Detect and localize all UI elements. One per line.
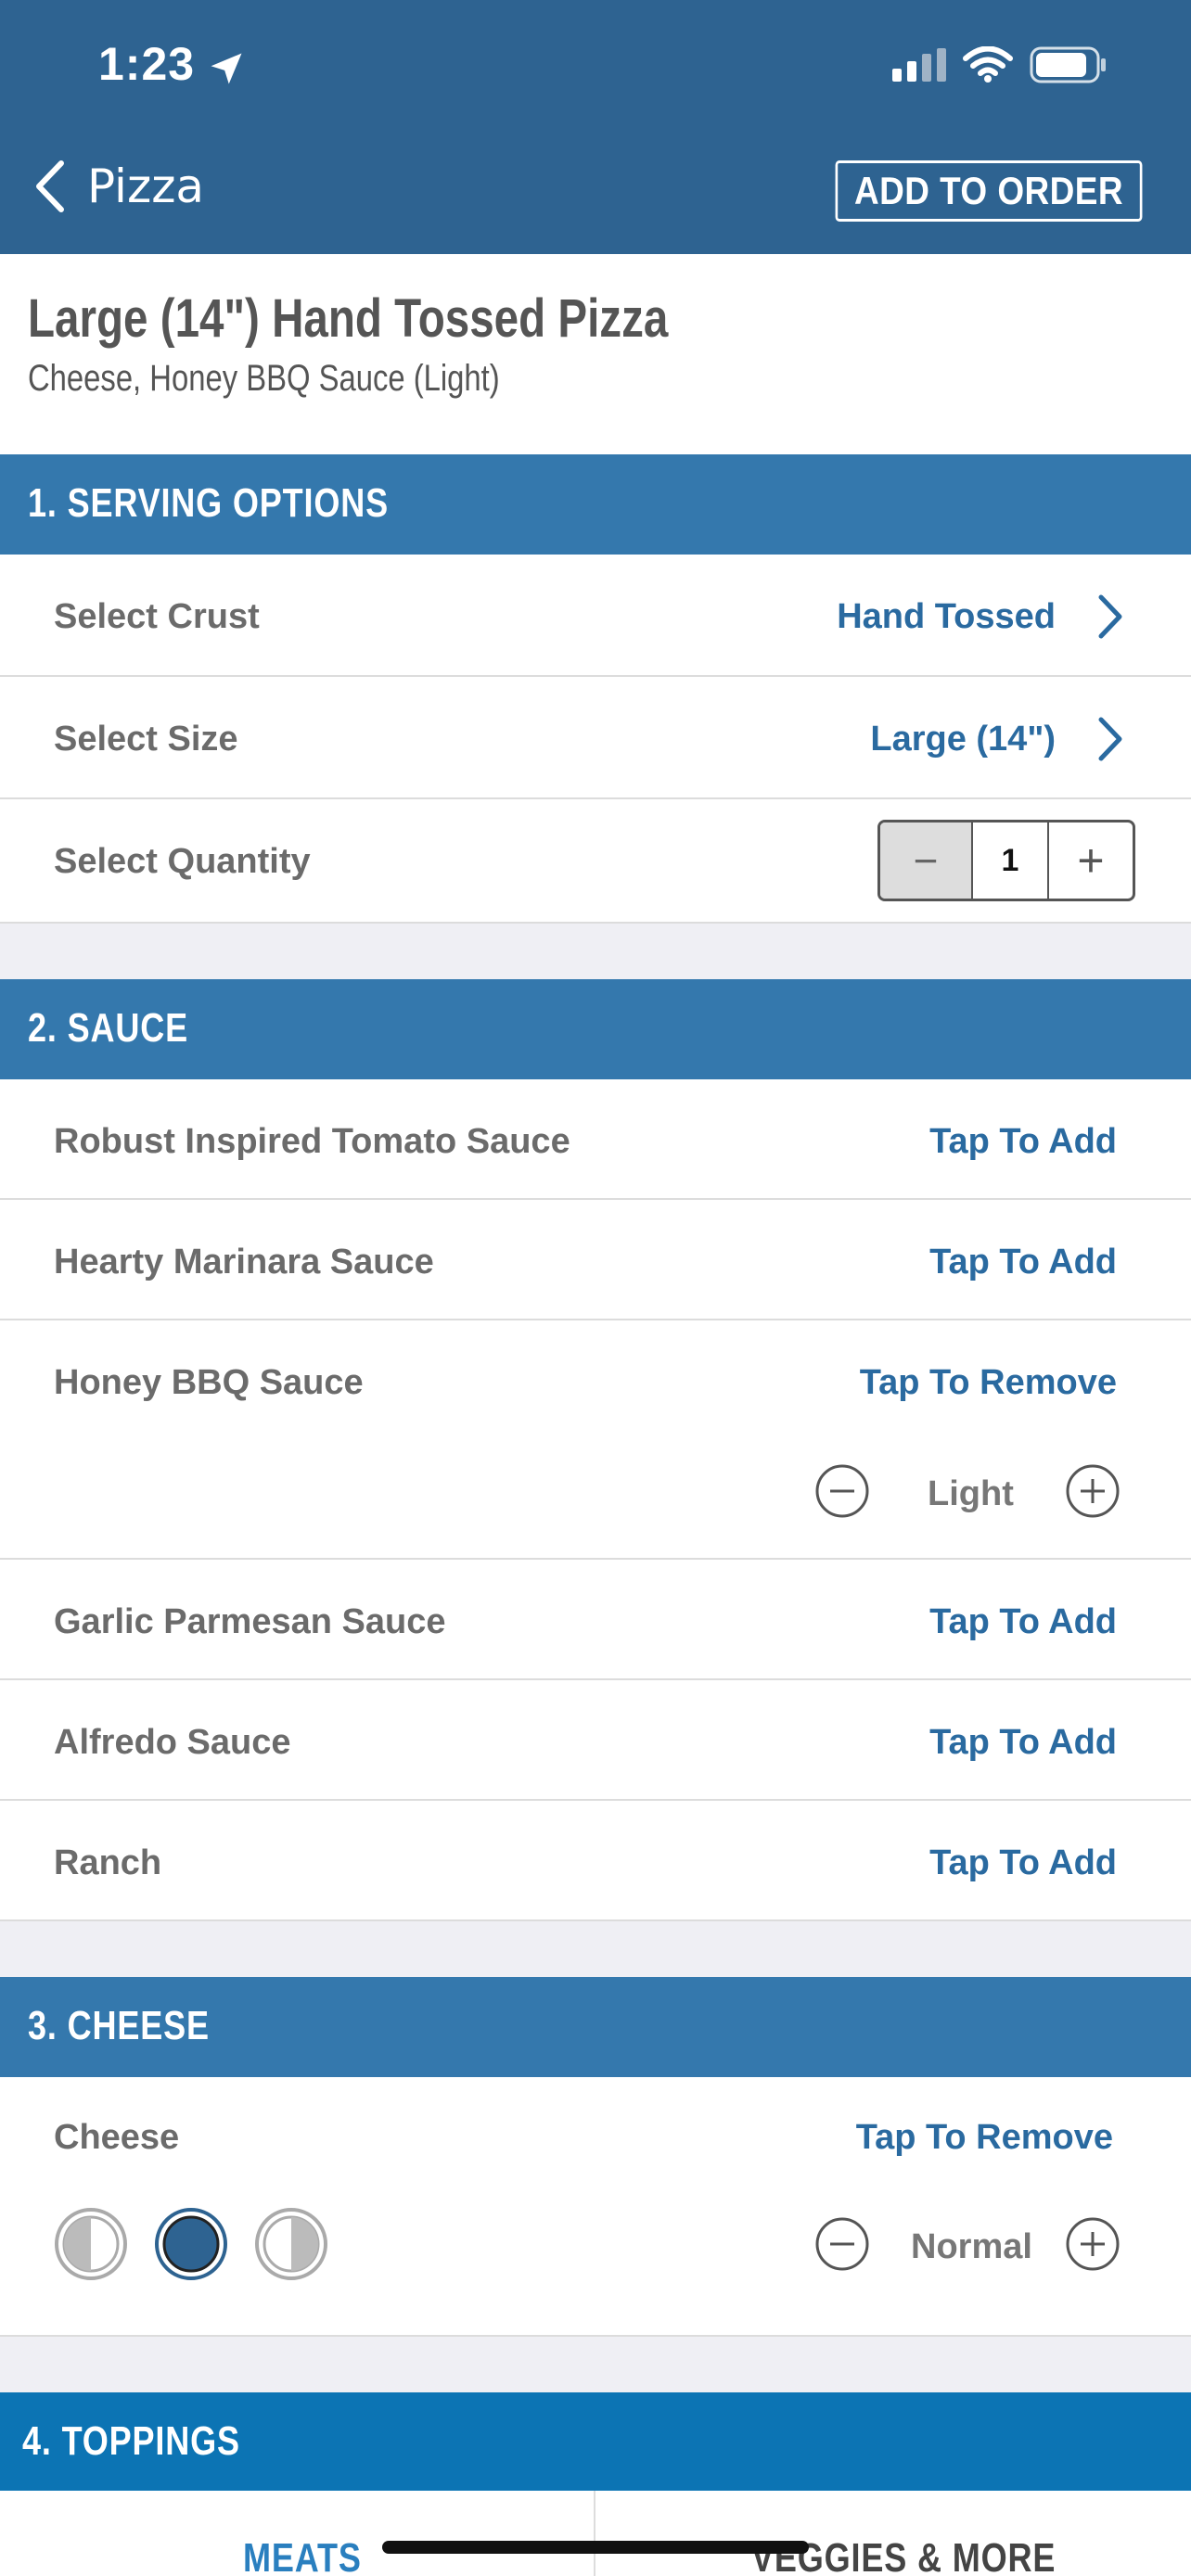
product-header: Large (14") Hand Tossed Pizza Cheese, Ho…: [0, 254, 1191, 454]
sauce-row[interactable]: Ranch Tap To Add: [0, 1801, 1191, 1921]
sauce-row[interactable]: Garlic Parmesan Sauce Tap To Add: [0, 1560, 1191, 1680]
sauce-row[interactable]: Alfredo Sauce Tap To Add: [0, 1680, 1191, 1801]
sauce-row[interactable]: Robust Inspired Tomato Sauce Tap To Add: [0, 1079, 1191, 1200]
tab-meats[interactable]: MEATS: [243, 2535, 362, 2576]
cheese-amount: Normal: [911, 2227, 1032, 2266]
plus-circle-icon[interactable]: [1065, 1463, 1121, 1519]
sauce-row[interactable]: Hearty Marinara Sauce Tap To Add: [0, 1200, 1191, 1320]
sauce-action[interactable]: Tap To Add: [929, 1843, 1117, 1883]
sauce-name: Robust Inspired Tomato Sauce: [54, 1122, 570, 1161]
left-half-icon[interactable]: [54, 2207, 128, 2281]
sauce-name: Hearty Marinara Sauce: [54, 1243, 434, 1282]
wifi-icon: [963, 46, 1013, 83]
sauce-action[interactable]: Tap To Add: [929, 1122, 1117, 1162]
sauce-remove-action[interactable]: Tap To Remove: [860, 1363, 1117, 1403]
minus-circle-icon[interactable]: [814, 1463, 870, 1519]
section-title: 4. TOPPINGS: [22, 2418, 240, 2464]
top-bar: 1:23 Pizza ADD TO ORDER: [0, 0, 1191, 254]
section-title: 3. CHEESE: [28, 2003, 210, 2048]
chevron-right-icon: [1098, 594, 1122, 639]
sauce-amount: Light: [928, 1474, 1014, 1513]
toppings-tabs: MEATS VEGGIES & MORE: [0, 2491, 1191, 2576]
sauce-row-selected: Honey BBQ Sauce Tap To Remove Light: [0, 1320, 1191, 1560]
section-cheese: 3. CHEESE: [0, 1977, 1191, 2077]
home-indicator[interactable]: [382, 2541, 809, 2554]
product-subtitle: Cheese, Honey BBQ Sauce (Light): [28, 358, 500, 399]
right-half-icon[interactable]: [254, 2207, 328, 2281]
status-time: 1:23: [98, 38, 196, 90]
section-title: 2. SAUCE: [28, 1005, 188, 1051]
select-quantity-row: Select Quantity − 1 +: [0, 799, 1191, 924]
crust-value: Hand Tossed: [837, 597, 1056, 636]
cheese-name: Cheese: [54, 2118, 180, 2157]
sauce-name: Honey BBQ Sauce: [54, 1363, 364, 1402]
quantity-stepper: − 1 +: [877, 820, 1135, 901]
chevron-right-icon: [1098, 717, 1122, 761]
cheese-row: Cheese Tap To Remove Normal: [0, 2077, 1191, 2337]
whole-pizza-icon[interactable]: [154, 2207, 228, 2281]
plus-circle-icon[interactable]: [1065, 2216, 1121, 2272]
select-size-row[interactable]: Select Size Large (14"): [0, 677, 1191, 799]
section-serving-options: 1. SERVING OPTIONS: [0, 454, 1191, 555]
section-title: 1. SERVING OPTIONS: [28, 480, 390, 526]
size-label: Select Size: [54, 720, 238, 759]
quantity-decrement-button[interactable]: −: [880, 823, 973, 899]
add-to-order-button[interactable]: ADD TO ORDER: [835, 160, 1143, 222]
crust-label: Select Crust: [54, 597, 260, 636]
status-icons: [892, 46, 1108, 83]
minus-circle-icon[interactable]: [814, 2216, 870, 2272]
sauce-action[interactable]: Tap To Add: [929, 1602, 1117, 1642]
cheese-remove-action[interactable]: Tap To Remove: [856, 2118, 1113, 2158]
chevron-left-icon: [36, 160, 64, 212]
back-button[interactable]: Pizza: [33, 159, 204, 213]
product-title: Large (14") Hand Tossed Pizza: [28, 288, 669, 349]
tab-divider: [594, 2491, 596, 2576]
sauce-action[interactable]: Tap To Add: [929, 1243, 1117, 1282]
quantity-label: Select Quantity: [54, 842, 311, 881]
sauce-name: Garlic Parmesan Sauce: [54, 1602, 446, 1641]
signal-icon: [892, 48, 946, 82]
section-sauce: 2. SAUCE: [0, 979, 1191, 1079]
quantity-increment-button[interactable]: +: [1049, 823, 1133, 899]
sauce-action[interactable]: Tap To Add: [929, 1723, 1117, 1763]
location-arrow-icon: [211, 53, 242, 84]
sauce-name: Alfredo Sauce: [54, 1723, 291, 1762]
select-crust-row[interactable]: Select Crust Hand Tossed: [0, 555, 1191, 677]
battery-icon: [1030, 46, 1106, 83]
sauce-name: Ranch: [54, 1843, 162, 1882]
quantity-value: 1: [973, 823, 1049, 899]
section-toppings: 4. TOPPINGS: [0, 2392, 1191, 2493]
size-value: Large (14"): [870, 720, 1056, 759]
back-label: Pizza: [87, 159, 205, 213]
